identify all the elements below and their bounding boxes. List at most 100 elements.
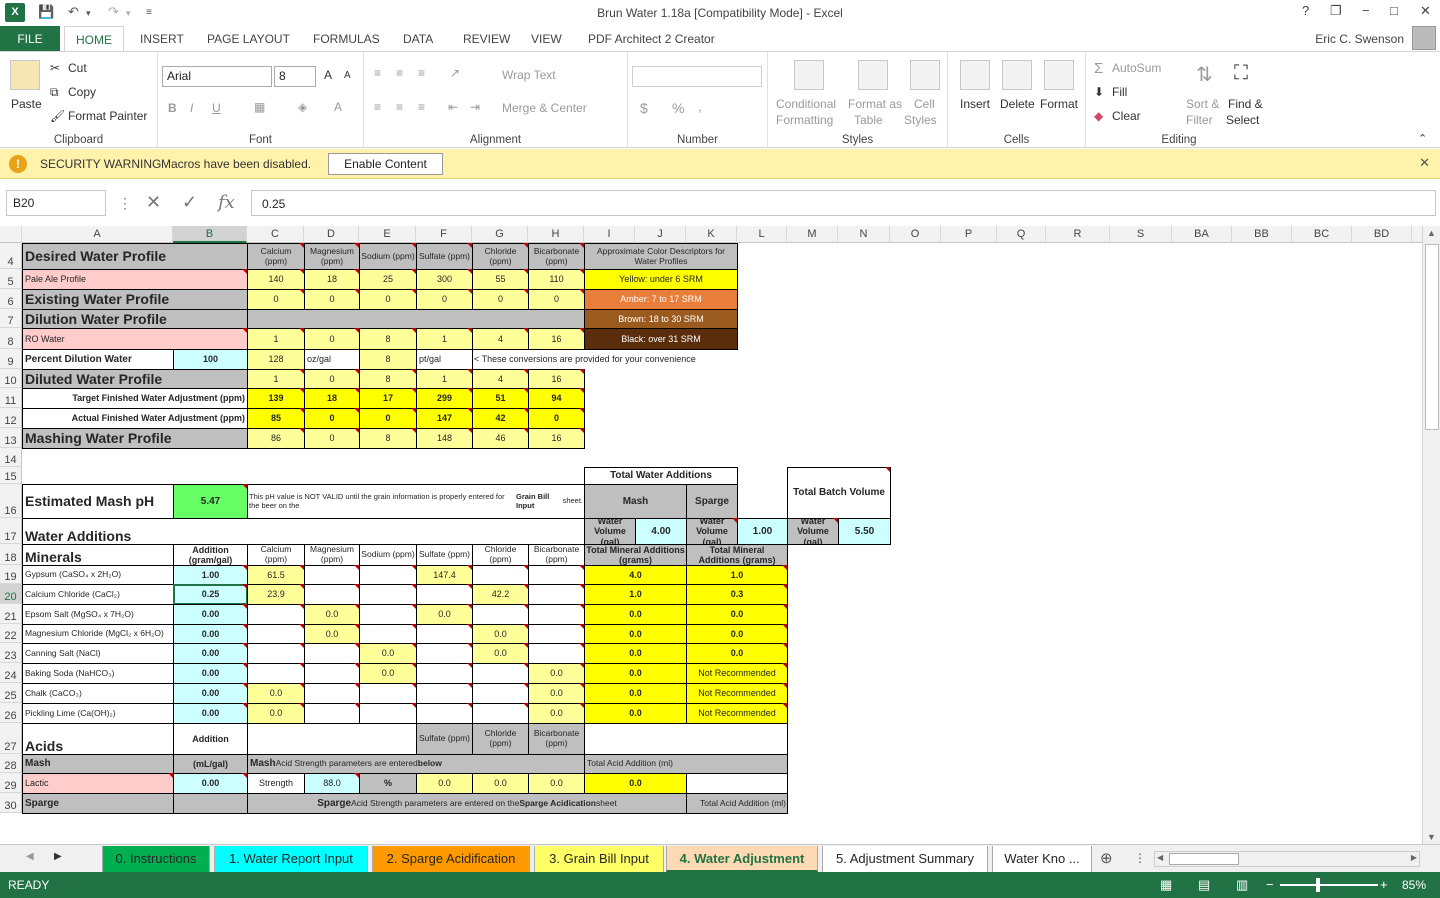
conditional-formatting-button[interactable]: Conditional <box>776 97 836 111</box>
decrease-indent-icon[interactable]: ⇤ <box>448 100 458 114</box>
sheet-tab-instructions[interactable]: 0. Instructions <box>102 846 210 872</box>
user-name[interactable]: Eric C. Swenson <box>1315 32 1404 46</box>
zoom-slider[interactable] <box>1280 884 1378 886</box>
column-header-BC[interactable]: BC <box>1292 226 1352 243</box>
column-header-G[interactable]: G <box>472 226 528 243</box>
zoom-level[interactable]: 85% <box>1402 878 1426 892</box>
worksheet-grid[interactable]: A B C D E F G H I J K L M N O P Q R S BA BB BC BD 4 5 6 7 8 9 10 11 12… <box>0 226 1422 844</box>
row-header-15[interactable]: 15 <box>0 467 22 484</box>
currency-button[interactable]: $ <box>640 100 648 116</box>
row-header-30[interactable]: 30 <box>0 793 22 813</box>
column-header-BA[interactable]: BA <box>1172 226 1232 243</box>
row-header-7[interactable]: 7 <box>0 309 22 328</box>
name-box[interactable]: B20 <box>6 190 106 216</box>
column-header-Q[interactable]: Q <box>997 226 1046 243</box>
align-right-icon[interactable]: ≡ <box>418 100 425 114</box>
tab-insert[interactable]: INSERT <box>140 26 184 52</box>
column-header-BD[interactable]: BD <box>1352 226 1412 243</box>
sort-filter-icon[interactable]: ⇅ <box>1196 62 1213 87</box>
row-header-25[interactable]: 25 <box>0 683 22 703</box>
bold-button[interactable]: B <box>168 101 177 115</box>
column-header-S[interactable]: S <box>1110 226 1172 243</box>
ro-water-profile[interactable]: RO Water <box>22 328 248 350</box>
vertical-scrollbar[interactable]: ▲ ▼ <box>1422 226 1440 844</box>
wrap-text-button[interactable]: Wrap Text <box>502 68 556 82</box>
column-header-BB[interactable]: BB <box>1232 226 1292 243</box>
row-header-18[interactable]: 18 <box>0 544 22 565</box>
shrink-font-icon[interactable]: A <box>344 70 351 81</box>
comma-button[interactable]: , <box>698 98 702 114</box>
mineral-addition-input[interactable]: 0.00 <box>173 624 248 644</box>
sparge-water-volume-input[interactable]: 1.00 <box>737 518 788 545</box>
formula-input[interactable]: 0.25 <box>251 190 1436 216</box>
autosum-button[interactable]: AutoSum <box>1112 61 1161 75</box>
prev-sheet-icon[interactable]: ◀ <box>26 851 34 862</box>
comment-indicator[interactable] <box>885 467 890 472</box>
font-size-select[interactable]: 8 <box>274 66 316 87</box>
ribbon-display-icon[interactable]: ❐ <box>1330 3 1342 19</box>
cut-icon[interactable]: ✂ <box>50 61 60 75</box>
acid-strength-input[interactable]: 88.0 <box>304 773 360 794</box>
copy-button[interactable]: Copy <box>68 85 96 99</box>
tab-review[interactable]: REVIEW <box>463 26 510 52</box>
more-icon[interactable]: ⋮ <box>118 195 132 212</box>
font-color-icon[interactable]: A <box>334 100 342 114</box>
avatar[interactable] <box>1412 26 1436 50</box>
acid-addition-input[interactable]: 0.00 <box>173 773 248 794</box>
mineral-addition-input[interactable]: 0.00 <box>173 604 248 625</box>
vertical-scroll-thumb[interactable] <box>1425 244 1439 430</box>
cell-styles-button[interactable]: Cell <box>914 97 935 111</box>
sheet-tab-sparge-acidification[interactable]: 2. Sparge Acidification <box>372 846 530 872</box>
format-as-table-button[interactable]: Format as <box>848 97 902 111</box>
row-header-28[interactable]: 28 <box>0 754 22 773</box>
row-header-17[interactable]: 17 <box>0 518 22 544</box>
tab-page-layout[interactable]: PAGE LAYOUT <box>207 26 290 52</box>
row-header-27[interactable]: 27 <box>0 723 22 754</box>
fill-button[interactable]: Fill <box>1112 85 1127 99</box>
mineral-addition-input[interactable]: 1.00 <box>173 565 248 585</box>
tab-view[interactable]: VIEW <box>531 26 562 52</box>
insert-button[interactable]: Insert <box>960 97 990 111</box>
sheet-tab-adjustment-summary[interactable]: 5. Adjustment Summary <box>822 846 988 872</box>
enter-icon[interactable]: ✓ <box>182 192 197 213</box>
align-left-icon[interactable]: ≡ <box>374 100 381 114</box>
batch-water-volume-input[interactable]: 5.50 <box>838 518 891 545</box>
delete-cells-icon[interactable] <box>1002 60 1032 90</box>
column-header-J[interactable]: J <box>635 226 686 243</box>
column-header-M[interactable]: M <box>787 226 838 243</box>
format-cells-icon[interactable] <box>1044 60 1074 90</box>
borders-icon[interactable]: ▦ <box>254 100 265 114</box>
column-header-N[interactable]: N <box>838 226 890 243</box>
mash-water-volume-input[interactable]: 4.00 <box>635 518 687 545</box>
format-button[interactable]: Format <box>1040 97 1078 111</box>
column-header-L[interactable]: L <box>737 226 787 243</box>
comment-indicator[interactable] <box>782 643 787 648</box>
insert-function-icon[interactable]: fx <box>218 192 235 213</box>
zoom-out-icon[interactable]: − <box>1266 877 1274 892</box>
tab-data[interactable]: DATA <box>403 26 433 52</box>
mineral-addition-input[interactable]: 0.25 <box>173 584 248 605</box>
mineral-addition-input[interactable]: 0.00 <box>173 663 248 684</box>
comment-indicator[interactable] <box>579 388 584 393</box>
cancel-icon[interactable]: ✕ <box>146 192 161 213</box>
mineral-addition-input[interactable]: 0.00 <box>173 703 248 724</box>
tab-formulas[interactable]: FORMULAS <box>313 26 380 52</box>
grow-font-icon[interactable]: A <box>324 68 332 82</box>
row-header-22[interactable]: 22 <box>0 624 22 643</box>
merge-center-button[interactable]: Merge & Center <box>502 101 587 115</box>
sheet-tab-grain-bill[interactable]: 3. Grain Bill Input <box>534 846 664 872</box>
conditional-formatting-icon[interactable] <box>794 60 824 90</box>
tabs-more-icon[interactable]: ⋮ <box>1134 851 1146 865</box>
format-as-table-icon[interactable] <box>858 60 888 90</box>
column-header-O[interactable]: O <box>890 226 941 243</box>
underline-button[interactable]: U <box>212 101 221 115</box>
column-header-D[interactable]: D <box>304 226 359 243</box>
insert-cells-icon[interactable] <box>960 60 990 90</box>
column-header-A[interactable]: A <box>22 226 173 243</box>
column-header-R[interactable]: R <box>1046 226 1110 243</box>
align-top-icon[interactable]: ≡ <box>374 66 381 80</box>
font-name-select[interactable]: Arial <box>162 66 272 87</box>
copy-icon[interactable]: ⧉ <box>50 85 59 100</box>
acid-type-select[interactable]: Lactic <box>22 773 174 794</box>
enable-content-button[interactable]: Enable Content <box>328 153 443 175</box>
